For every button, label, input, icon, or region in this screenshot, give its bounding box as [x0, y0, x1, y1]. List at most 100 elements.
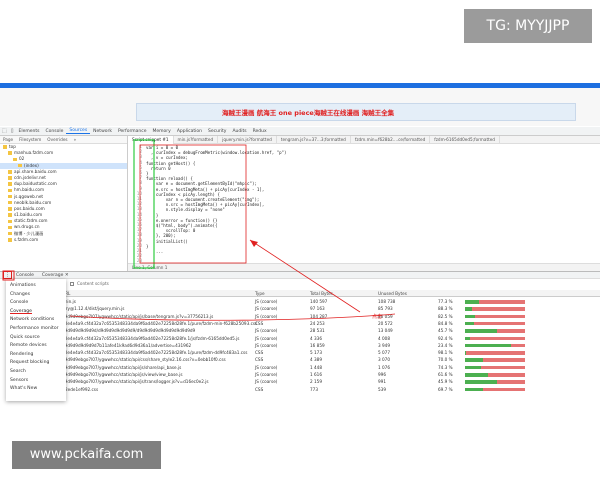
- coverage-unused-bar: [469, 336, 525, 340]
- coverage-row[interactable]: d0e4e4a9.cf4d32a7c6535348334da9f6ad402e7…: [60, 349, 600, 356]
- tab-elements[interactable]: Elements: [16, 129, 43, 134]
- coverage-total: 24 253: [310, 320, 325, 326]
- coverage-type: JS (coarse): [255, 342, 278, 348]
- menu-item-sensors[interactable]: Sensors: [6, 377, 66, 386]
- tab-security[interactable]: Security: [205, 129, 229, 134]
- coverage-percent: 74.3 %: [438, 364, 453, 370]
- coverage-table-header: URL Type Total Bytes Unused Bytes: [60, 290, 600, 297]
- drawer-tab-coverage[interactable]: Coverage ✕: [38, 273, 73, 278]
- coverage-row[interactable]: d9d9d9ebgo7l07/ygwwhcc/static/api/js/sha…: [60, 364, 600, 371]
- site-banner-title[interactable]: 海贼王漫画 航海王 one piece海贼王在线漫画 海贼王全集: [222, 107, 522, 117]
- coverage-row[interactable]: d0e4e4a9.cf4d32a7c6535348334da9f6ad402e7…: [60, 335, 600, 342]
- file-tree-label: api.share.baidu.com: [14, 168, 57, 174]
- tab-audits[interactable]: Audits: [229, 129, 249, 134]
- coverage-row[interactable]: d9d9d9d9d9d9d7b11afe41k9ad6d9d36a1/adver…: [60, 342, 600, 349]
- folder-icon: [8, 207, 12, 211]
- file-tree-label: pos.baidu.com: [14, 205, 45, 211]
- menu-item-console[interactable]: Console: [6, 299, 66, 308]
- tab-sources[interactable]: Sources: [66, 128, 91, 134]
- coverage-row[interactable]: d0e4e4a9.cf4d32a7c6535348334da9f6ad402e7…: [60, 320, 600, 327]
- tab-network[interactable]: Network: [90, 129, 115, 134]
- coverage-row[interactable]: .min.js JS (coarse) 140 597 108 738 77.3 %: [60, 298, 600, 305]
- coverage-used-bar: [465, 343, 512, 348]
- menu-item-quick-source[interactable]: Quick source: [6, 334, 66, 343]
- coverage-row[interactable]: d9d9d9ebgo7l07/ygwwhcc/static/api/js/tra…: [60, 378, 600, 385]
- coverage-row[interactable]: d9d9d9d9d9d9d/d9d9d9d9d9d9d9/d9d9d9d9d9d…: [60, 327, 600, 334]
- folder-icon: [8, 194, 12, 199]
- coverage-type: JS (coarse): [255, 306, 278, 312]
- menu-item-search[interactable]: Search: [6, 368, 66, 377]
- watermark-top-right: TG: MYYJJPP: [464, 9, 592, 43]
- file-tree-label: top: [9, 144, 16, 149]
- menu-item-animations[interactable]: Animations: [6, 282, 66, 291]
- menu-item-performance-monitor[interactable]: Performance monitor: [6, 325, 66, 334]
- file-tree: top manhua.fzdm.com 02 (index) api.share.bai…: [0, 144, 127, 243]
- coverage-row[interactable]: r-2ede1ef992.css CSS 773 539 69.7 %: [60, 386, 600, 393]
- coverage-used-bar: [465, 373, 488, 377]
- navigator-tab-more[interactable]: »: [71, 137, 80, 142]
- coverage-url: d9d9d9d9d9d9d/d9d9d9d9d9d9d9/d9d9d9d9d9d…: [62, 328, 196, 334]
- coverage-url: d0e4e4a9.cf4d32a7c6535348334da9f6ad402e7…: [62, 350, 248, 356]
- editor-tab[interactable]: tengram.js?v=37...3;formatted: [277, 136, 351, 144]
- coverage-type: CSS: [255, 320, 264, 326]
- tab-performance[interactable]: Performance: [115, 129, 150, 134]
- col-type[interactable]: Type: [255, 290, 265, 297]
- menu-item-coverage[interactable]: Coverage: [6, 308, 66, 317]
- coverage-unused-bar: [487, 373, 525, 377]
- drawer-tabbar: ⋮ Console Coverage ✕: [0, 271, 600, 279]
- drawer-menu-button[interactable]: ⋮: [3, 271, 12, 279]
- editor-tab[interactable]: min.js?formatted: [174, 136, 219, 144]
- folder-icon: [3, 145, 7, 149]
- folder-icon: [8, 151, 12, 155]
- coverage-url: d9d9d9ebgo7l07/ygwwhcc/static/api/js/tra…: [62, 379, 209, 385]
- editor-tab[interactable]: jquery.min.js?formatted: [218, 136, 277, 144]
- drawer-tab-console[interactable]: Console: [12, 273, 38, 278]
- coverage-total: 16 859: [310, 342, 325, 348]
- coverage-row[interactable]: d9d9d9ebgo7l07/ygwwhcc/static/api/js/bas…: [60, 313, 600, 320]
- coverage-percent: 23.4 %: [438, 342, 453, 348]
- coverage-url: d9d9d9ebgo7l07/ygwwhcc/static/api/js/vie…: [62, 372, 183, 377]
- col-unused-bytes[interactable]: Unused Bytes: [378, 290, 407, 297]
- menu-item-what-s-new[interactable]: What's New: [6, 385, 66, 394]
- menu-item-rendering[interactable]: Rendering: [6, 351, 66, 360]
- navigator-tab-overrides[interactable]: Overrides: [44, 137, 70, 142]
- coverage-total: 2 159: [310, 379, 322, 385]
- code-line[interactable]: ...: [146, 249, 287, 254]
- content-scripts-checkbox[interactable]: [70, 282, 74, 286]
- tab-memory[interactable]: Memory: [150, 129, 174, 134]
- editor-tab[interactable]: fzdm-6165dd0ed5;formatted: [430, 136, 500, 144]
- coverage-type: JS (coarse): [255, 313, 278, 319]
- coverage-percent: 45.7 %: [438, 328, 453, 334]
- tab-redux[interactable]: Redux: [250, 129, 270, 134]
- coverage-toolbar: Content scripts: [70, 280, 600, 288]
- editor-tab[interactable]: fzdm.min=f628b2....ce/formatted: [351, 136, 431, 144]
- tab-console[interactable]: Console: [42, 129, 66, 134]
- editor-tab[interactable]: Script snippet #1: [128, 136, 174, 144]
- code-content[interactable]: var i = 0 = 0 , curIndex = debugFromMetr…: [146, 145, 287, 254]
- navigator-tab-page[interactable]: Page: [0, 137, 16, 142]
- coverage-total: 28 531: [310, 328, 325, 334]
- file-tree-item[interactable]: s.fzdm.com: [0, 237, 127, 243]
- coverage-unused: 4 008: [378, 335, 390, 341]
- tab-application[interactable]: Application: [174, 129, 205, 134]
- file-tree-label: (index): [24, 162, 39, 168]
- device-toolbar-icon[interactable]: ▯: [9, 128, 16, 134]
- menu-item-request-blocking[interactable]: Request blocking: [6, 359, 66, 368]
- menu-item-changes[interactable]: Changes: [6, 291, 66, 300]
- folder-icon: [8, 238, 12, 242]
- coverage-row[interactable]: jery@1.12.4/dist/jquery.min.js JS (coarse…: [60, 305, 600, 312]
- coverage-row[interactable]: d9d9d9ebgo7l07/ygwwhcc/static/api/css/sh…: [60, 356, 600, 363]
- coverage-percent: 88.3 %: [438, 306, 453, 312]
- inspect-icon[interactable]: ⬚: [0, 128, 9, 134]
- coverage-type: CSS: [255, 357, 264, 363]
- coverage-url: d0e4e4a9.cf4d32a7c6535348334da9f6ad402e7…: [62, 335, 240, 341]
- coverage-unused: 85 793: [378, 306, 393, 312]
- coverage-type: JS (coarse): [255, 372, 278, 377]
- menu-item-network-conditions[interactable]: Network conditions: [6, 316, 66, 325]
- menu-item-remote-devices[interactable]: Remote devices: [6, 342, 66, 351]
- coverage-row[interactable]: d9d9d9ebgo7l07/ygwwhcc/static/api/js/vie…: [60, 371, 600, 378]
- navigator-tab-filesystem[interactable]: Filesystem: [16, 137, 44, 142]
- col-total-bytes[interactable]: Total Bytes: [310, 290, 333, 297]
- coverage-unused: 20 572: [378, 320, 393, 326]
- more-tools-menu: Animations Changes Console Coverage Network …: [6, 279, 66, 401]
